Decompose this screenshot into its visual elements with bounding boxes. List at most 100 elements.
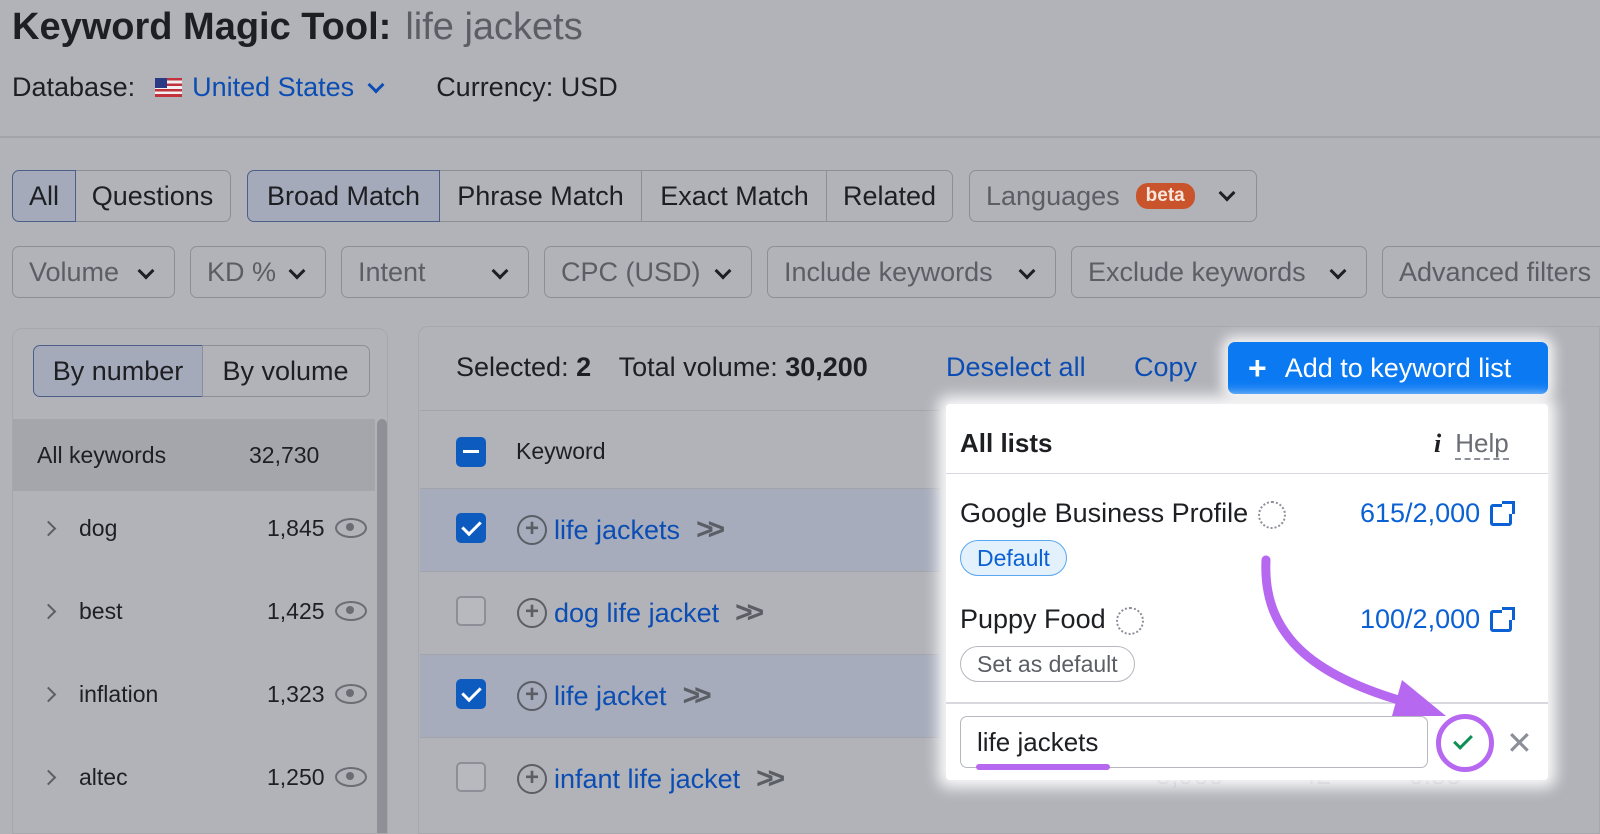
keyword-text: life jackets	[554, 515, 681, 545]
add-circle-icon[interactable]: +	[517, 681, 547, 711]
database-selector[interactable]: United States	[145, 72, 385, 103]
double-chevron-icon[interactable]: >>	[683, 679, 712, 712]
row-checkbox[interactable]	[456, 679, 486, 709]
selected-count: 2	[576, 352, 592, 382]
chevron-down-icon	[491, 262, 509, 280]
tool-name: Keyword Magic Tool:	[12, 6, 392, 48]
external-link-icon	[1490, 500, 1516, 526]
list-count-link[interactable]: 100/2,000	[1360, 604, 1516, 635]
popup-header: All lists i Help	[946, 404, 1548, 474]
tab-exact-match[interactable]: Exact Match	[641, 170, 828, 222]
filter-label: CPC (USD)	[561, 256, 701, 287]
select-all-checkbox[interactable]	[456, 437, 486, 467]
tab-questions[interactable]: Questions	[74, 170, 231, 222]
all-keywords-count: 32,730	[249, 441, 320, 468]
eye-icon[interactable]	[335, 684, 367, 704]
table-row: + dog life jacket >>	[420, 571, 940, 654]
search-query: life jackets	[405, 6, 583, 48]
all-keywords-row[interactable]: All keywords 32,730	[13, 419, 375, 491]
group-label: inflation	[79, 680, 159, 707]
tab-all[interactable]: All	[12, 170, 76, 222]
selection-summary: Selected: 2 Total volume: 30,200	[456, 352, 868, 383]
group-sort-tabs: By number By volume	[33, 345, 370, 397]
group-item[interactable]: dog 1,845	[13, 487, 375, 569]
filter-kd[interactable]: KD %	[190, 246, 326, 298]
row-checkbox[interactable]	[456, 762, 486, 792]
page-title: Keyword Magic Tool: life jackets	[12, 6, 583, 49]
beta-badge: beta	[1135, 183, 1195, 209]
keyword-link[interactable]: infant life jacket >>	[554, 762, 785, 796]
column-keyword[interactable]: Keyword	[516, 438, 605, 465]
add-circle-icon[interactable]: +	[517, 764, 547, 794]
help-text: Help	[1455, 428, 1509, 460]
eye-icon[interactable]	[335, 767, 367, 787]
chevron-down-icon	[1329, 262, 1347, 280]
confirm-button[interactable]	[1436, 714, 1494, 772]
chevron-right-icon[interactable]	[40, 520, 57, 536]
keyword-link[interactable]: life jacket >>	[554, 679, 712, 713]
chevron-right-icon[interactable]	[40, 603, 57, 619]
tab-phrase-match[interactable]: Phrase Match	[438, 170, 643, 222]
table-header-row	[420, 410, 940, 488]
new-list-name-input[interactable]: life jackets	[960, 716, 1428, 768]
chevron-right-icon[interactable]	[40, 686, 57, 702]
filter-include-keywords[interactable]: Include keywords	[767, 246, 1056, 298]
list-item-google-business-profile[interactable]: Google Business Profile	[960, 498, 1287, 529]
total-volume-value: 30,200	[785, 352, 868, 382]
list-count-link[interactable]: 615/2,000	[1360, 498, 1516, 529]
tab-broad-match[interactable]: Broad Match	[247, 170, 440, 222]
set-as-default-button[interactable]: Set as default	[960, 646, 1135, 682]
row-checkbox[interactable]	[456, 513, 486, 543]
scrollbar[interactable]	[377, 419, 387, 833]
currency-label: Currency: USD	[436, 72, 618, 102]
filter-label: Exclude keywords	[1088, 256, 1306, 287]
double-chevron-icon[interactable]: >>	[735, 596, 764, 629]
selected-label: Selected:	[456, 352, 569, 382]
table-row: + infant life jacket >>	[420, 737, 940, 820]
eye-icon[interactable]	[335, 518, 367, 538]
deselect-all-link[interactable]: Deselect all	[946, 352, 1086, 383]
row-checkbox[interactable]	[456, 596, 486, 626]
filter-label: KD %	[207, 256, 277, 287]
chevron-down-icon	[137, 262, 155, 280]
tab-by-number[interactable]: By number	[33, 345, 203, 397]
keyword-link[interactable]: dog life jacket >>	[554, 596, 764, 630]
eye-icon[interactable]	[335, 601, 367, 621]
chevron-down-icon	[714, 262, 732, 280]
double-chevron-icon[interactable]: >>	[696, 513, 725, 546]
add-circle-icon[interactable]: +	[517, 515, 547, 545]
group-count: 1,250	[267, 763, 325, 790]
keyword-groups-panel: By number By volume All keywords 32,730 …	[12, 328, 388, 834]
add-circle-icon[interactable]: +	[517, 598, 547, 628]
annotation-underline	[976, 764, 1110, 770]
tab-related[interactable]: Related	[826, 170, 953, 222]
copy-link[interactable]: Copy	[1134, 352, 1197, 383]
close-icon[interactable]: ✕	[1506, 724, 1533, 762]
database-row: Database: United States Currency: USD	[12, 72, 618, 103]
filter-intent[interactable]: Intent	[341, 246, 529, 298]
chevron-right-icon[interactable]	[40, 769, 57, 785]
group-count: 1,845	[267, 514, 325, 541]
keyword-text: infant life jacket	[554, 764, 741, 794]
all-keywords-label: All keywords	[37, 441, 167, 468]
filter-volume[interactable]: Volume	[12, 246, 175, 298]
add-button-label: Add to keyword list	[1284, 352, 1512, 383]
filter-label: Intent	[358, 256, 426, 287]
group-item[interactable]: inflation 1,323	[13, 653, 375, 735]
filter-advanced[interactable]: Advanced filters	[1382, 246, 1600, 298]
filter-exclude-keywords[interactable]: Exclude keywords	[1071, 246, 1367, 298]
list-name: Google Business Profile	[960, 498, 1249, 528]
list-item-puppy-food[interactable]: Puppy Food	[960, 604, 1144, 635]
default-badge: Default	[960, 540, 1067, 576]
list-count: 100/2,000	[1360, 604, 1481, 634]
keyword-link[interactable]: life jackets >>	[554, 513, 725, 547]
checkmark-icon	[1453, 730, 1473, 750]
add-to-keyword-list-button[interactable]: + Add to keyword list	[1228, 342, 1548, 394]
group-item[interactable]: best 1,425	[13, 570, 375, 652]
help-link[interactable]: i Help	[1434, 428, 1509, 460]
double-chevron-icon[interactable]: >>	[756, 762, 785, 795]
languages-dropdown[interactable]: Languages beta	[969, 170, 1257, 222]
tab-by-volume[interactable]: By volume	[201, 345, 370, 397]
group-item[interactable]: altec 1,250	[13, 736, 375, 818]
filter-cpc[interactable]: CPC (USD)	[544, 246, 752, 298]
